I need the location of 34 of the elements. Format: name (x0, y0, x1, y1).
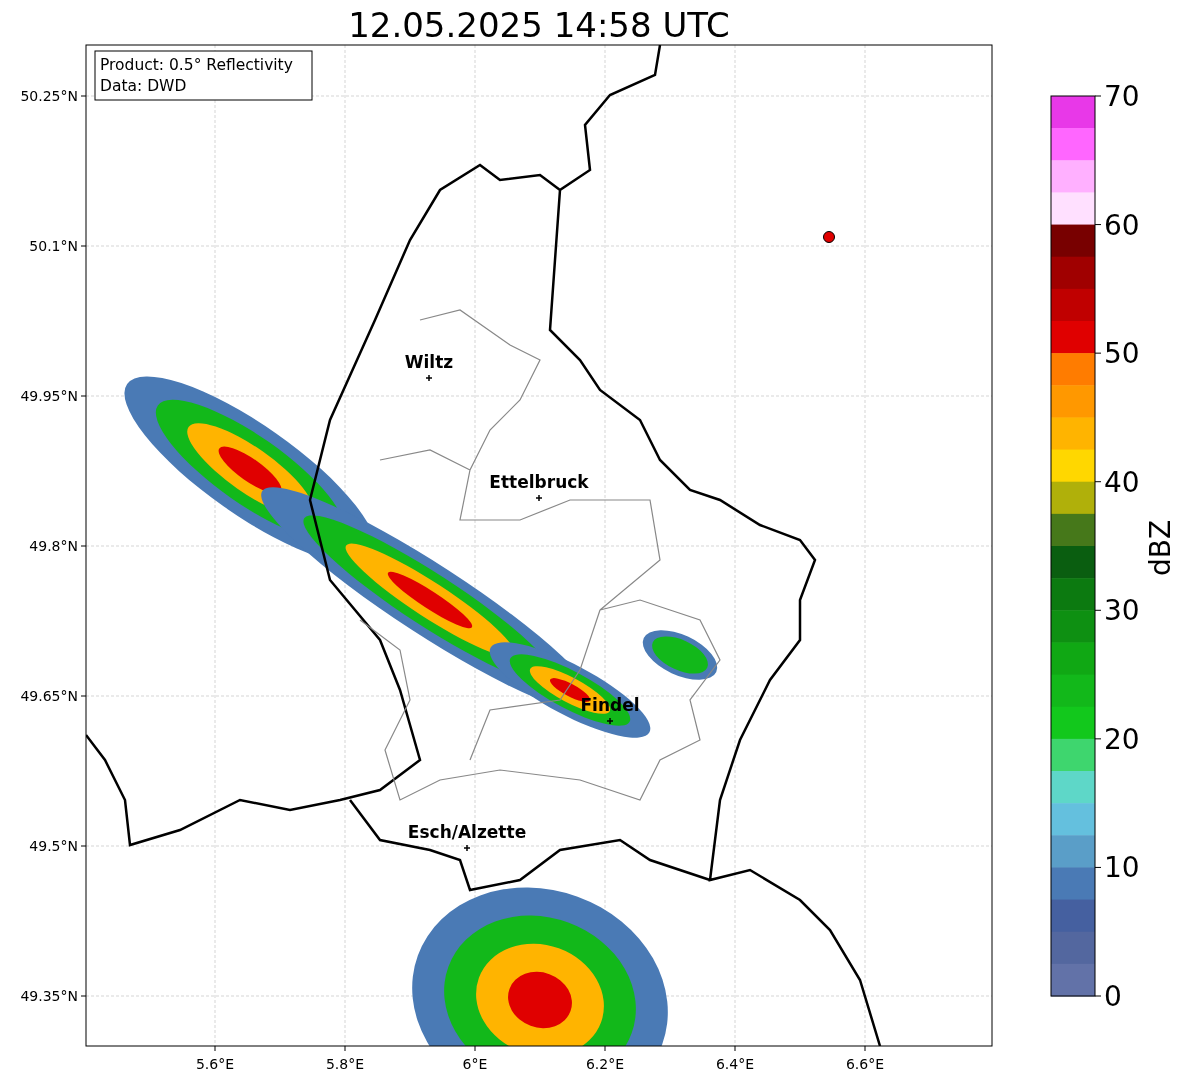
axis-tick-label: 49.65°N (20, 688, 78, 704)
axis-tick-label: 49.5°N (29, 838, 78, 854)
city-label: Wiltz (404, 352, 454, 372)
axis-tick-label: 49.8°N (29, 538, 78, 554)
axis-tick-label: 50.25°N (20, 88, 78, 104)
colorbar-tick-label: 20 (1104, 722, 1140, 756)
axis-tick-label: 49.95°N (20, 388, 78, 404)
colorbar-label: dBZ (1144, 519, 1177, 577)
axis-tick-label: 5.8°E (325, 1056, 365, 1072)
info-text: Product: 0.5° Reflectivity (100, 56, 293, 74)
colorbar-tick-label: 0 (1104, 980, 1122, 1013)
colorbar-tick-label: 30 (1104, 594, 1140, 628)
colorbar-tick-label: 70 (1104, 80, 1140, 113)
axis-tick-label: 50.1°N (29, 238, 78, 254)
axis-tick-label: 49.35°N (20, 988, 78, 1004)
axis-tick-label: 6.6°E (845, 1056, 885, 1072)
city-label: Findel (580, 695, 640, 715)
city-marker-icon (425, 374, 433, 382)
city-marker-icon (535, 494, 543, 502)
axis-tick-label: 5.6°E (195, 1056, 235, 1072)
axis-tick-label: 6.4°E (715, 1056, 755, 1072)
info-text: Data: DWD (100, 77, 187, 95)
radar-site-marker (823, 231, 835, 243)
city-marker-icon (463, 844, 471, 852)
city-label: Esch/Alzette (407, 822, 527, 842)
axis-tick-label: 6°E (462, 1056, 488, 1072)
colorbar-tick-label: 50 (1104, 337, 1140, 371)
city-label: Ettelbruck (489, 472, 589, 492)
axis-tick-label: 6.2°E (585, 1056, 625, 1072)
colorbar-tick-label: 40 (1104, 465, 1140, 499)
colorbar-tick-label: 10 (1104, 851, 1140, 885)
city-marker-icon (606, 717, 614, 725)
chart-title: 12.05.2025 14:58 UTC (348, 5, 730, 45)
colorbar-tick-label: 60 (1104, 208, 1140, 242)
